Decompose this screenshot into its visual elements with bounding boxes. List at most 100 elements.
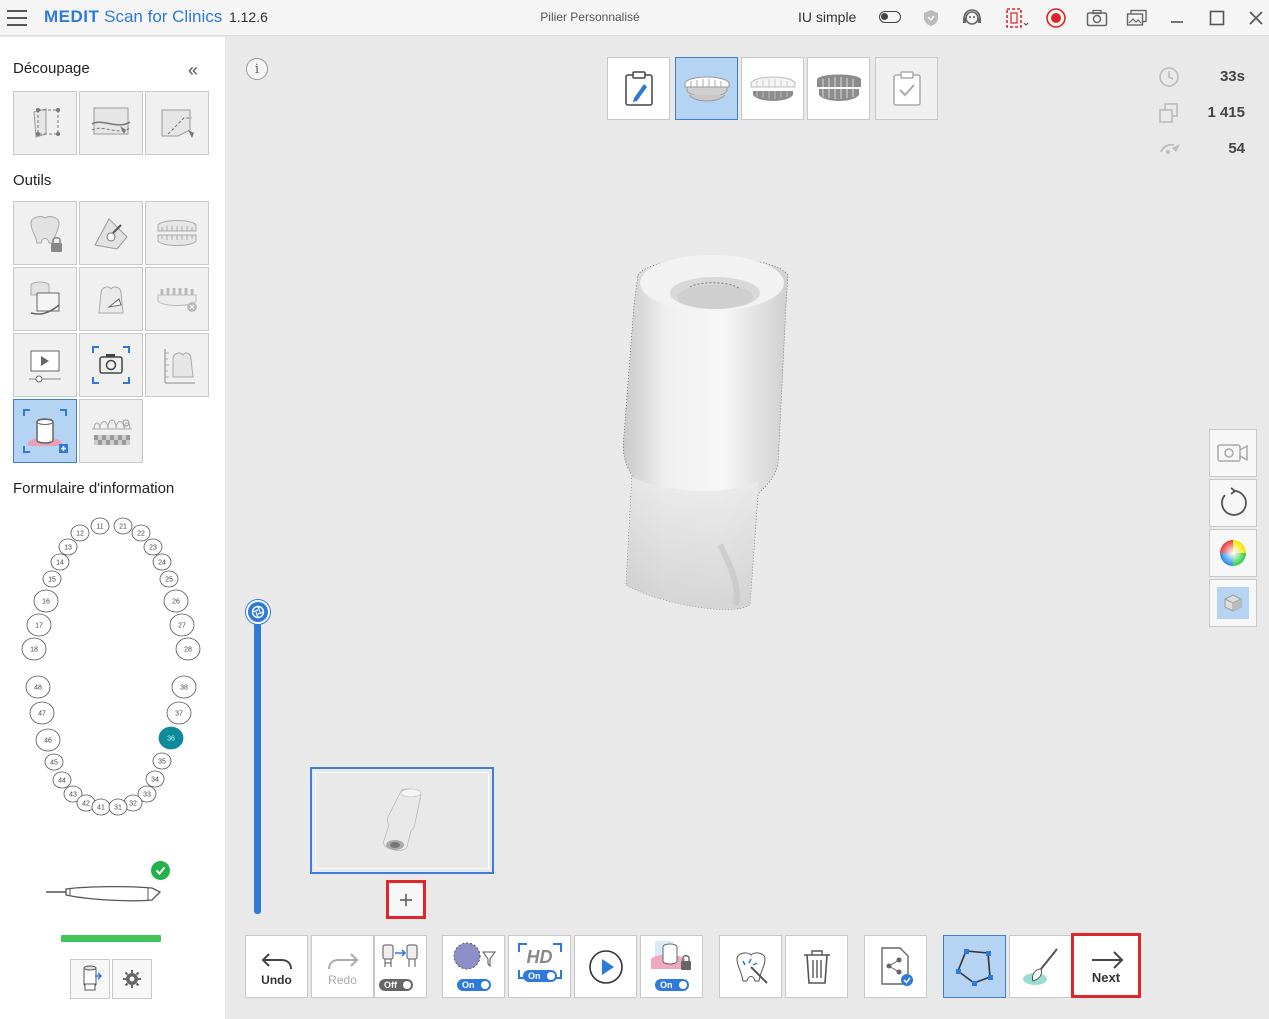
dental-chart[interactable]: 11 21 12 22 13 23 14 24 15 25 16 26 17 27 18 28 48 38 47 37… [0, 510, 225, 830]
rotate-view-button[interactable] [1209, 479, 1257, 527]
tooth-21[interactable]: 21 [113, 517, 133, 535]
simple-ui-toggle[interactable] [879, 11, 901, 23]
tooth-18[interactable]: 18 [21, 637, 47, 661]
tooth-25[interactable]: 25 [159, 570, 179, 588]
tooth-35[interactable]: 35 [152, 752, 172, 770]
align-data-tool[interactable] [13, 267, 77, 331]
tooth-number: 11 [96, 524, 103, 531]
tooth-22[interactable]: 22 [131, 524, 151, 542]
scan-stage-lower[interactable] [741, 57, 804, 120]
close-icon[interactable] [1241, 4, 1269, 32]
tooth-12[interactable]: 12 [70, 524, 90, 542]
camera-icon[interactable] [1084, 6, 1110, 30]
scan-data-thumbnail[interactable] [310, 767, 494, 874]
review-complete-button[interactable] [875, 57, 938, 120]
minimize-icon[interactable] [1162, 4, 1192, 32]
undo-button[interactable]: Undo [245, 935, 308, 998]
hd-mode-toggle[interactable]: HD On [508, 935, 571, 998]
tooth-14[interactable]: 14 [50, 553, 70, 571]
soft-tissue-lock-toggle[interactable]: On [640, 935, 703, 998]
next-button[interactable]: Next [1071, 933, 1141, 998]
measure-tool[interactable] [145, 333, 209, 397]
tooth-46[interactable]: 46 [35, 728, 61, 752]
tooth-41[interactable]: 41 [91, 798, 111, 816]
tooth-number: 42 [82, 801, 90, 808]
filter-icon [453, 942, 496, 970]
tooth-number: 33 [143, 792, 151, 799]
auto-clean-button[interactable] [719, 935, 782, 998]
tooth-31[interactable]: 31 [108, 798, 128, 816]
frame-count-stat: 1 415 [1158, 102, 1248, 124]
custom-abutment-tool[interactable] [13, 399, 77, 463]
tooth-38[interactable]: 38 [171, 675, 197, 699]
app-brand-bold: MEDIT [44, 7, 100, 26]
redo-icon [328, 953, 359, 970]
add-data-button[interactable] [386, 880, 426, 919]
tooth-number: 41 [97, 805, 105, 812]
tooth-number: 36 [167, 736, 175, 743]
scan-stage-abutment[interactable] [675, 57, 738, 120]
patient-form-button[interactable] [607, 57, 670, 120]
brush-select-button[interactable] [1009, 935, 1072, 998]
capture-tool[interactable] [79, 333, 143, 397]
sculpt-tool[interactable] [79, 201, 143, 265]
frames-icon [1159, 103, 1178, 123]
shield-icon[interactable] [918, 6, 944, 30]
lasso-select-button[interactable] [943, 935, 1006, 998]
tooth-15[interactable]: 15 [42, 570, 62, 588]
simple-ui-label: IU simple [798, 9, 857, 25]
margin-line-tool[interactable] [79, 267, 143, 331]
hamburger-menu-icon[interactable] [6, 8, 28, 28]
play-button[interactable] [574, 935, 637, 998]
tooth-24[interactable]: 24 [152, 553, 172, 571]
export-data-button[interactable] [864, 935, 927, 998]
lock-tooth-tool[interactable] [13, 201, 77, 265]
slider-knob[interactable] [246, 600, 270, 624]
video-camera-button[interactable] [1209, 429, 1257, 477]
tooth-13[interactable]: 13 [58, 538, 78, 556]
info-icon[interactable]: i [246, 58, 268, 80]
solid-view-button[interactable] [1209, 579, 1257, 627]
trim-box-tool[interactable] [13, 91, 77, 155]
tooth-11[interactable]: 11 [90, 517, 110, 535]
tooth-number: 31 [114, 805, 122, 812]
connected-check-icon [151, 861, 170, 880]
tooth-23[interactable]: 23 [143, 538, 163, 556]
replay-tool[interactable] [13, 333, 77, 397]
tooth-36[interactable]: 36 [158, 726, 184, 750]
scanner-tip-button[interactable] [70, 959, 110, 999]
gallery-icon[interactable] [1124, 6, 1150, 30]
tooth-number: 15 [48, 577, 56, 584]
occlusion-tool[interactable] [145, 201, 209, 265]
settings-button[interactable] [112, 959, 152, 999]
tooth-16[interactable]: 16 [33, 589, 59, 613]
ai-filter-toggle[interactable]: On [442, 935, 505, 998]
tooth-37[interactable]: 37 [166, 701, 192, 725]
tooth-26[interactable]: 26 [163, 589, 189, 613]
tooth-number: 43 [69, 792, 77, 799]
redo-button[interactable]: Redo [311, 935, 374, 998]
tooth-45[interactable]: 45 [44, 753, 64, 771]
color-mode-button[interactable] [1209, 529, 1257, 577]
delete-button[interactable] [785, 935, 848, 998]
trim-curve-tool[interactable] [79, 91, 143, 155]
tooth-34[interactable]: 34 [145, 770, 165, 788]
implant-scanbody-toggle[interactable]: Off [374, 935, 427, 998]
screen-capture-icon[interactable] [1004, 6, 1030, 30]
maximize-icon[interactable] [1202, 4, 1232, 32]
scan-stage-occlusion[interactable] [807, 57, 870, 120]
remove-teeth-tool[interactable] [145, 267, 209, 331]
scan-range-slider[interactable] [254, 622, 261, 914]
collapse-panel-icon[interactable]: « [188, 60, 198, 81]
remote-support-icon[interactable] [959, 6, 985, 30]
tooth-28[interactable]: 28 [175, 637, 201, 661]
record-icon[interactable] [1043, 6, 1069, 30]
tooth-17[interactable]: 17 [26, 613, 52, 637]
abutment-3d-model[interactable] [600, 245, 810, 630]
tooth-47[interactable]: 47 [29, 701, 55, 725]
tooth-44[interactable]: 44 [52, 771, 72, 789]
tooth-48[interactable]: 48 [25, 675, 51, 699]
tooth-27[interactable]: 27 [169, 613, 195, 637]
smile-design-tool[interactable] [79, 399, 143, 463]
trim-polygon-tool[interactable] [145, 91, 209, 155]
